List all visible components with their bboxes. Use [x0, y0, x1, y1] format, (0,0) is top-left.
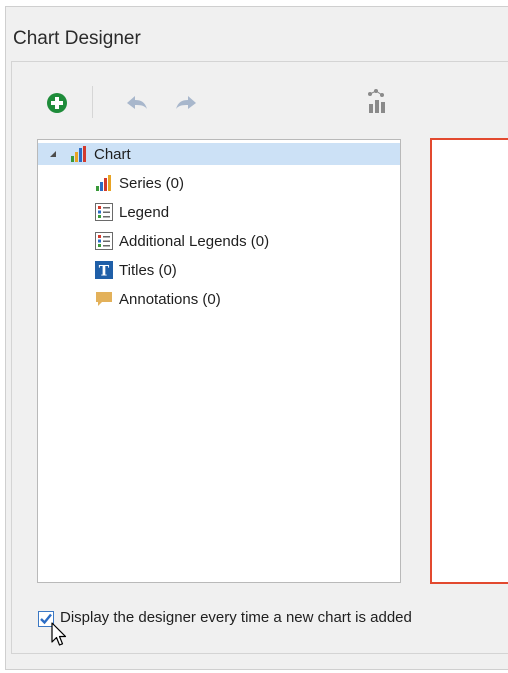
title-icon: T [95, 261, 113, 279]
legend-icon [95, 232, 113, 250]
chart-elements-tree[interactable]: Chart Series (0) Legend Additional Legen… [37, 139, 401, 583]
add-button[interactable] [42, 90, 72, 116]
undo-button[interactable] [123, 90, 151, 116]
tree-item-label: Chart [94, 145, 131, 163]
dialog-title: Chart Designer [13, 28, 141, 49]
bar-chart-icon [71, 146, 86, 162]
tree-item-chart[interactable]: Chart [38, 143, 400, 165]
toolbar-separator [92, 86, 93, 118]
tree-item-label: Series (0) [119, 174, 185, 192]
tree-item-label: Additional Legends (0) [119, 232, 270, 250]
redo-button[interactable] [172, 90, 200, 116]
tree-item-titles[interactable]: T Titles (0) [95, 259, 177, 281]
undo-arrow-icon [127, 96, 147, 109]
display-designer-checkbox-label[interactable]: Display the designer every time a new ch… [60, 609, 412, 626]
series-icon [96, 175, 111, 191]
annotation-icon [96, 292, 112, 306]
tree-item-label: Annotations (0) [119, 290, 221, 308]
tree-item-additional-legends[interactable]: Additional Legends (0) [95, 230, 269, 252]
tree-item-label: Titles (0) [119, 261, 177, 279]
legend-icon [95, 203, 113, 221]
tree-item-label: Legend [119, 203, 170, 221]
tree-item-legend[interactable]: Legend [95, 201, 169, 223]
mouse-pointer-icon [51, 622, 67, 646]
chart-type-icon [368, 89, 385, 113]
tree-item-annotations[interactable]: Annotations (0) [95, 288, 221, 310]
chart-type-button[interactable] [362, 86, 390, 116]
plus-circle-icon [47, 93, 67, 113]
svg-text:T: T [99, 264, 110, 280]
tree-item-series[interactable]: Series (0) [95, 172, 184, 194]
chart-preview-area[interactable] [430, 138, 508, 584]
expand-toggle-icon[interactable] [50, 151, 56, 157]
redo-arrow-icon [176, 96, 196, 109]
